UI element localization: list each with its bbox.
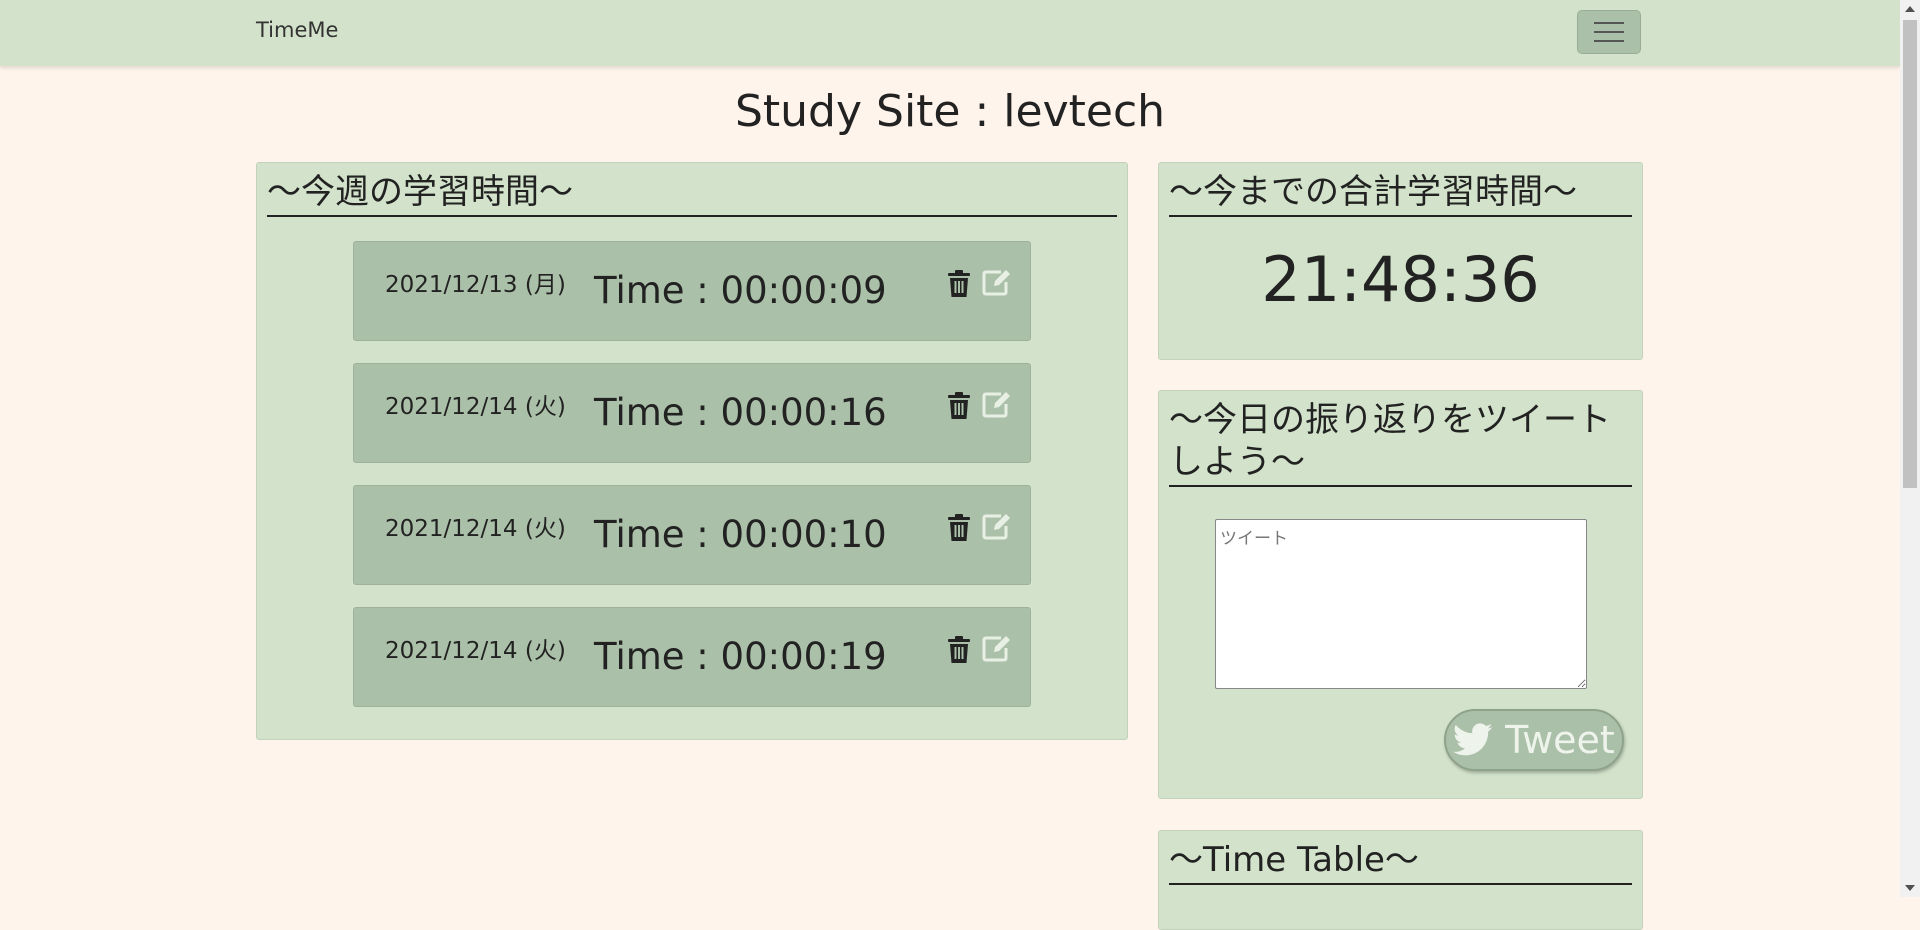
trash-icon[interactable] <box>947 392 971 420</box>
edit-icon[interactable] <box>982 634 1012 662</box>
tweet-button-label: Tweet <box>1505 718 1615 762</box>
study-record: 2021/12/14 (火) Time : 00:00:16 <box>353 363 1031 463</box>
navbar: TimeMe <box>0 0 1900 66</box>
tweet-input[interactable] <box>1215 519 1587 689</box>
total-study-heading: ～今までの合計学習時間～ <box>1169 171 1632 217</box>
record-time: Time : 00:00:10 <box>594 513 887 556</box>
scrollbar-thumb[interactable] <box>1903 20 1917 488</box>
hamburger-menu-icon <box>1594 22 1624 24</box>
weekly-study-panel: ～今週の学習時間～ 2021/12/13 (月) Time : 00:00:09… <box>256 162 1128 740</box>
timetable-panel: ～Time Table～ <box>1158 830 1643 930</box>
record-date: 2021/12/13 (月) <box>385 272 566 298</box>
study-record: 2021/12/14 (火) Time : 00:00:19 <box>353 607 1031 707</box>
study-record: 2021/12/13 (月) Time : 00:00:09 <box>353 241 1031 341</box>
record-time: Time : 00:00:16 <box>594 391 887 434</box>
navbar-toggle-button[interactable] <box>1577 10 1641 54</box>
record-time: Time : 00:00:19 <box>594 635 887 678</box>
total-study-panel: ～今までの合計学習時間～ 21:48:36 <box>1158 162 1643 360</box>
scroll-up-arrow-icon[interactable] <box>1905 6 1915 12</box>
record-date: 2021/12/14 (火) <box>385 638 566 664</box>
record-date: 2021/12/14 (火) <box>385 394 566 420</box>
edit-icon[interactable] <box>982 268 1012 296</box>
timetable-heading: ～Time Table～ <box>1169 839 1632 885</box>
brand-link[interactable]: TimeMe <box>256 18 338 42</box>
record-time: Time : 00:00:09 <box>594 269 887 312</box>
tweet-button[interactable]: Tweet <box>1444 709 1624 771</box>
weekly-study-heading: ～今週の学習時間～ <box>267 171 1117 217</box>
trash-icon[interactable] <box>947 270 971 298</box>
trash-icon[interactable] <box>947 636 971 664</box>
record-date: 2021/12/14 (火) <box>385 516 566 542</box>
trash-icon[interactable] <box>947 514 971 542</box>
page-scrollbar[interactable] <box>1900 0 1920 897</box>
page-title: Study Site : levtech <box>734 86 1166 137</box>
total-study-time: 21:48:36 <box>1261 243 1540 316</box>
twitter-bird-icon <box>1453 723 1493 756</box>
study-record: 2021/12/14 (火) Time : 00:00:10 <box>353 485 1031 585</box>
scroll-down-arrow-icon[interactable] <box>1905 885 1915 891</box>
edit-icon[interactable] <box>982 512 1012 540</box>
edit-icon[interactable] <box>982 390 1012 418</box>
tweet-panel: ～今日の振り返りをツイートしよう～ Tweet <box>1158 390 1643 799</box>
tweet-heading: ～今日の振り返りをツイートしよう～ <box>1169 399 1632 487</box>
